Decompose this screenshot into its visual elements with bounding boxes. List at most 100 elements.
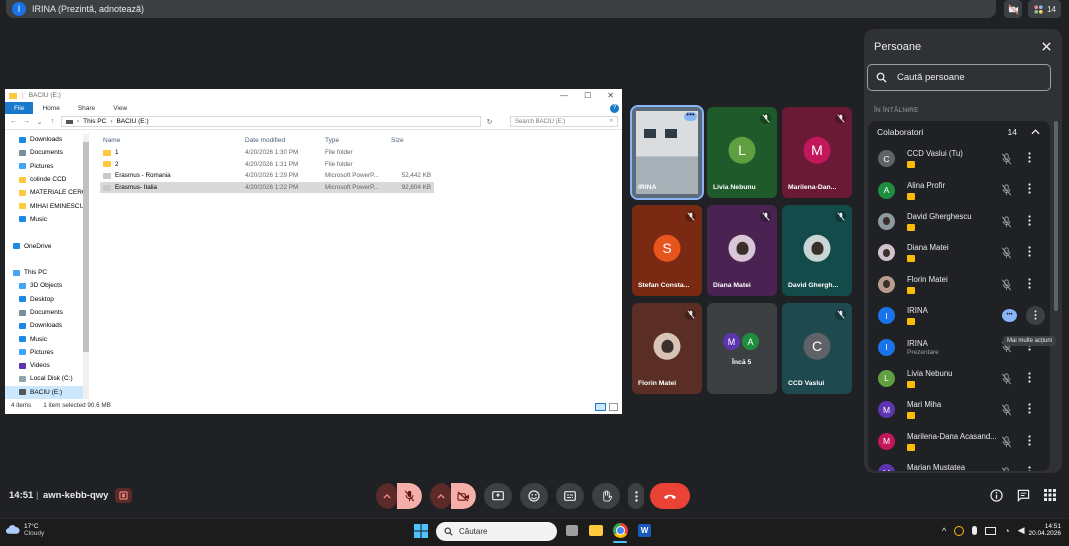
file-row[interactable]: Erasmus- Italia 4/20/2026 1:22 PM Microsof… xyxy=(100,181,434,194)
raise-hand-button[interactable] xyxy=(592,483,620,509)
column-size[interactable]: Size xyxy=(391,137,431,144)
more-actions-button[interactable] xyxy=(1028,403,1031,414)
nav-item[interactable]: Desktop xyxy=(5,293,88,306)
close-icon[interactable]: ✕ xyxy=(607,91,614,100)
present-screen-button[interactable] xyxy=(484,483,512,509)
participant-list-item[interactable]: David Gherghescu xyxy=(868,206,1050,237)
people-search-input[interactable]: Caută persoane xyxy=(867,64,1051,91)
nav-item[interactable]: Pictures xyxy=(5,346,88,359)
nav-item[interactable]: MIHAI EMINESCU xyxy=(5,199,88,212)
up-arrow-icon[interactable]: ↑ xyxy=(48,118,57,125)
column-name[interactable]: Name xyxy=(100,137,245,144)
mic-toggle-button[interactable] xyxy=(397,483,422,509)
breadcrumb-this-pc[interactable]: This PC xyxy=(83,118,106,125)
more-actions-button[interactable] xyxy=(1028,215,1031,226)
refresh-icon[interactable]: ↻ xyxy=(485,118,494,126)
file-row[interactable]: Erasmus - Romania 4/20/2026 1:29 PM Micros… xyxy=(100,170,620,182)
large-icons-view-icon[interactable] xyxy=(609,403,618,411)
participant-tile[interactable]: Florin Matei xyxy=(632,303,702,394)
participant-list-item[interactable]: C CCD Vaslui (Tu) xyxy=(868,143,1050,174)
participant-tile[interactable]: C CCD Vaslui xyxy=(782,303,852,394)
nav-item[interactable]: colinde CCD xyxy=(5,173,88,186)
nav-item[interactable]: BACIU (E:) xyxy=(5,385,88,399)
leave-call-button[interactable] xyxy=(650,483,690,509)
hide-self-view-button[interactable] xyxy=(1004,0,1023,18)
mic-off-icon[interactable] xyxy=(1001,153,1012,165)
start-button[interactable] xyxy=(414,524,428,538)
mic-off-icon[interactable] xyxy=(1001,373,1012,385)
nav-item[interactable]: Music xyxy=(5,213,88,226)
mic-off-icon[interactable] xyxy=(1001,435,1012,448)
wifi-icon[interactable]: ◔ xyxy=(1004,526,1009,536)
taskbar-clock[interactable]: 14:51 20.04.2026 xyxy=(1025,523,1061,537)
tab-file[interactable]: File xyxy=(5,102,34,114)
more-options-button[interactable] xyxy=(628,483,644,509)
collaborators-header[interactable]: Colaboratori 14 xyxy=(868,121,1050,143)
activities-button[interactable] xyxy=(1044,489,1056,501)
more-actions-button[interactable] xyxy=(1028,246,1031,257)
participant-tile[interactable]: M Marilena-Dan... xyxy=(782,107,852,198)
volume-icon[interactable]: ◀ xyxy=(1018,525,1025,536)
column-type[interactable]: Type xyxy=(325,137,391,144)
breadcrumb-drive[interactable]: BACIU (E:) xyxy=(116,118,148,125)
captions-button[interactable] xyxy=(556,483,584,509)
nav-item[interactable]: Documents xyxy=(5,146,88,159)
chevron-up-icon[interactable]: ^ xyxy=(942,526,946,536)
nav-item[interactable]: This PC xyxy=(5,266,88,279)
participant-list-item[interactable]: M Mari Miha xyxy=(868,394,1050,425)
details-view-icon[interactable] xyxy=(595,403,606,411)
more-actions-button[interactable] xyxy=(1028,183,1031,194)
mic-off-icon[interactable] xyxy=(1001,404,1012,416)
camera-toggle-button[interactable] xyxy=(451,483,476,509)
chat-button[interactable] xyxy=(1017,489,1030,502)
close-panel-button[interactable] xyxy=(1041,41,1052,52)
participant-tile[interactable]: L Livia Nebunu xyxy=(707,107,777,198)
file-explorer-taskbar-icon[interactable] xyxy=(589,525,603,536)
explorer-search-input[interactable]: Search BACIU (E:) ⌕ xyxy=(510,116,618,127)
nav-item[interactable]: Pictures xyxy=(5,160,88,173)
nav-item[interactable]: 3D Objects xyxy=(5,279,88,292)
navigation-scrollbar[interactable] xyxy=(83,134,89,399)
tab-view[interactable]: View xyxy=(104,102,136,114)
more-actions-button[interactable] xyxy=(1028,152,1031,163)
participant-list-item[interactable]: A Alina Profir xyxy=(868,174,1050,205)
participant-tile[interactable]: S Stefan Consta... xyxy=(632,205,702,296)
nav-item[interactable]: MATERIALE CERC xyxy=(5,186,88,199)
help-icon[interactable]: ? xyxy=(610,103,619,113)
mic-off-icon[interactable] xyxy=(1001,278,1012,291)
weather-widget[interactable]: 17°C Cloudy xyxy=(5,523,44,537)
nav-item[interactable]: Documents xyxy=(5,306,88,319)
more-actions-button[interactable] xyxy=(1028,277,1031,289)
participants-counter[interactable]: 14 xyxy=(1028,0,1061,18)
reactions-button[interactable] xyxy=(520,483,548,509)
more-actions-button[interactable] xyxy=(1028,434,1031,446)
more-actions-button[interactable] xyxy=(1028,372,1031,383)
more-actions-button[interactable] xyxy=(1028,466,1031,471)
word-taskbar-icon[interactable]: W xyxy=(638,524,651,537)
file-row[interactable]: 2 4/20/2026 1:31 PM File folder xyxy=(100,159,620,171)
participant-tile[interactable]: M A Încă 5 xyxy=(707,303,777,394)
nav-item[interactable]: Downloads xyxy=(5,319,88,332)
file-row[interactable]: 1 4/20/2026 1:30 PM File folder xyxy=(100,147,620,159)
nav-item[interactable]: Downloads xyxy=(5,133,88,146)
participant-tile[interactable]: Diana Matei xyxy=(707,205,777,296)
column-date[interactable]: Date modified xyxy=(245,137,325,144)
mic-options-button[interactable] xyxy=(376,483,397,509)
minimize-icon[interactable]: — xyxy=(560,91,568,100)
activity-indicator[interactable] xyxy=(115,488,132,503)
nav-item[interactable]: OneDrive xyxy=(5,239,88,252)
task-view-icon[interactable] xyxy=(566,525,578,536)
mic-off-icon[interactable] xyxy=(1001,467,1012,471)
participant-list-item[interactable]: L Livia Nebunu xyxy=(868,363,1050,394)
more-options-icon[interactable]: ••• xyxy=(684,111,697,121)
recent-chevron-icon[interactable]: ⌄ xyxy=(35,118,44,126)
taskbar-search[interactable]: Căutare xyxy=(436,522,557,541)
mic-off-icon[interactable] xyxy=(1001,247,1012,259)
participant-list-item[interactable]: Diana Matei xyxy=(868,237,1050,268)
participant-list-item[interactable]: I IRINA ••• xyxy=(868,300,1050,331)
camera-options-button[interactable] xyxy=(430,483,451,509)
tab-home[interactable]: Home xyxy=(33,102,68,114)
address-bar[interactable]: › This PC › BACIU (E:) xyxy=(61,116,481,127)
update-icon[interactable] xyxy=(954,525,965,536)
more-actions-button[interactable] xyxy=(1026,305,1045,325)
